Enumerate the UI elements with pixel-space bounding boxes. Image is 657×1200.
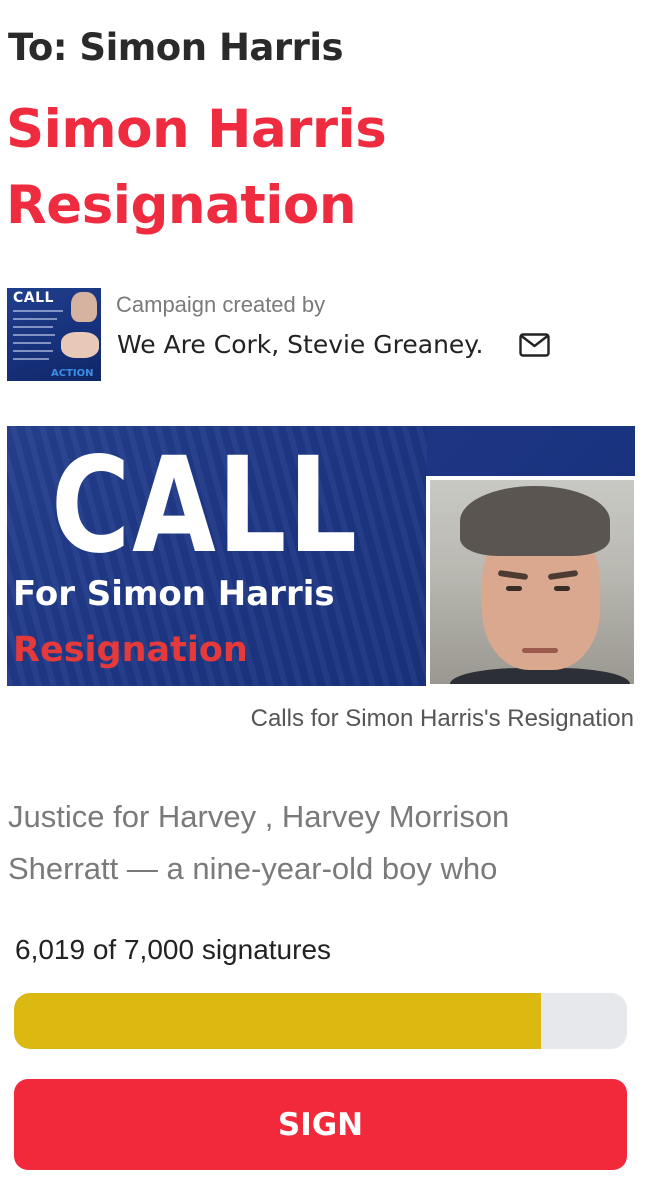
thumbnail-portrait	[71, 292, 97, 322]
petition-title: Simon Harris Resignation	[6, 99, 387, 236]
petition-recipient: To: Simon Harris	[8, 26, 344, 69]
thumbnail-action-text: ACTION	[51, 368, 94, 379]
description-fade	[0, 882, 657, 906]
thumbnail-text-line	[13, 350, 53, 352]
thumbnail-portrait	[61, 332, 99, 358]
thumbnail-text-line	[13, 334, 55, 336]
portrait-eye	[506, 586, 522, 591]
banner-subline: For Simon Harris	[13, 574, 335, 614]
petition-description: Justice for Harvey , Harvey Morrison She…	[8, 799, 510, 886]
banner-highlight: Resignation	[13, 630, 248, 670]
thumbnail-call-text: CALL	[13, 290, 54, 306]
portrait-eye	[554, 586, 570, 591]
creator-section: CALL ACTION Campaign created by We Are C…	[7, 286, 647, 382]
creator-avatar[interactable]: CALL ACTION	[7, 288, 101, 381]
image-caption: Calls for Simon Harris's Resignation	[250, 705, 634, 732]
mail-icon[interactable]	[519, 333, 550, 357]
portrait-mouth	[522, 648, 558, 653]
banner-headline: CALL	[51, 429, 359, 583]
signature-progress-bar	[14, 993, 627, 1049]
thumbnail-text-line	[13, 326, 53, 328]
portrait-suit	[450, 668, 630, 684]
creator-name[interactable]: We Are Cork, Stevie Greaney.	[117, 330, 483, 359]
thumbnail-text-line	[13, 310, 63, 312]
signature-count: 6,019 of 7,000 signatures	[15, 934, 332, 965]
thumbnail-text-line	[13, 342, 51, 344]
campaign-banner-image: CALL For Simon Harris Resignation	[7, 426, 635, 686]
signature-progress-fill	[14, 993, 542, 1049]
thumbnail-text-line	[13, 318, 57, 320]
banner-portrait	[426, 476, 635, 686]
thumbnail-text-line	[13, 358, 49, 360]
creator-label: Campaign created by	[116, 292, 326, 317]
sign-button[interactable]: SIGN	[14, 1079, 627, 1170]
portrait-hair	[460, 486, 610, 556]
